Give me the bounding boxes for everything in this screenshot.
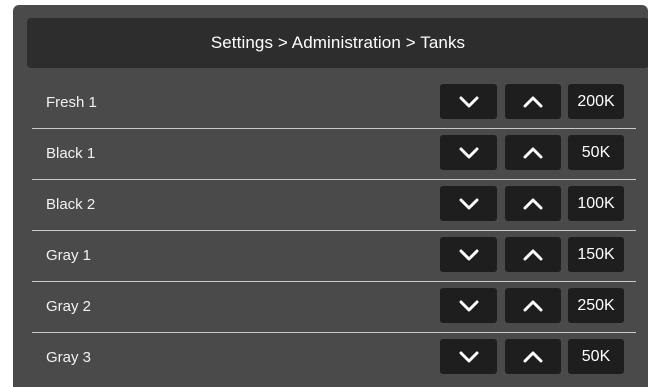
chevron-down-icon <box>459 300 478 311</box>
tank-label: Black 2 <box>46 196 96 213</box>
decrease-button[interactable] <box>440 186 497 221</box>
tank-label: Fresh 1 <box>46 94 97 111</box>
chevron-up-icon <box>523 96 543 107</box>
chevron-up-icon <box>523 147 543 158</box>
tank-row-black-1: Black 1 50K <box>32 129 636 180</box>
tank-capacity-value[interactable]: 50K <box>568 135 624 170</box>
decrease-button[interactable] <box>440 135 497 170</box>
tank-label: Gray 1 <box>46 247 92 264</box>
tank-row-gray-1: Gray 1 150K <box>32 231 636 282</box>
chevron-up-icon <box>523 300 543 311</box>
chevron-down-icon <box>459 147 478 158</box>
chevron-up-icon <box>523 198 543 209</box>
chevron-up-icon <box>523 249 543 260</box>
tanks-settings-panel: Settings > Administration > Tanks Fresh … <box>13 5 648 387</box>
tank-capacity-value[interactable]: 50K <box>568 339 624 374</box>
increase-button[interactable] <box>505 288 561 323</box>
decrease-button[interactable] <box>440 84 497 119</box>
decrease-button[interactable] <box>440 339 497 374</box>
tank-list: Fresh 1 200K Black 1 50K Black 2 100K Gr… <box>32 78 636 384</box>
breadcrumb: Settings > Administration > Tanks <box>27 18 648 68</box>
increase-button[interactable] <box>505 237 561 272</box>
tank-row-fresh-1: Fresh 1 200K <box>32 78 636 129</box>
increase-button[interactable] <box>505 186 561 221</box>
breadcrumb-text: Settings > Administration > Tanks <box>210 33 466 52</box>
tank-label: Gray 3 <box>46 349 92 366</box>
tank-row-gray-3: Gray 3 50K <box>32 333 636 384</box>
decrease-button[interactable] <box>440 237 497 272</box>
chevron-down-icon <box>459 351 478 362</box>
tank-label: Gray 2 <box>46 298 92 315</box>
chevron-down-icon <box>459 198 478 209</box>
increase-button[interactable] <box>505 135 561 170</box>
chevron-up-icon <box>523 351 543 362</box>
tank-capacity-value[interactable]: 150K <box>568 237 624 272</box>
tank-row-black-2: Black 2 100K <box>32 180 636 231</box>
decrease-button[interactable] <box>440 288 497 323</box>
increase-button[interactable] <box>505 339 561 374</box>
chevron-down-icon <box>459 96 478 107</box>
tank-capacity-value[interactable]: 200K <box>568 84 624 119</box>
tank-label: Black 1 <box>46 145 96 162</box>
tank-row-gray-2: Gray 2 250K <box>32 282 636 333</box>
increase-button[interactable] <box>505 84 561 119</box>
tank-capacity-value[interactable]: 100K <box>568 186 624 221</box>
tank-capacity-value[interactable]: 250K <box>568 288 624 323</box>
chevron-down-icon <box>459 249 478 260</box>
